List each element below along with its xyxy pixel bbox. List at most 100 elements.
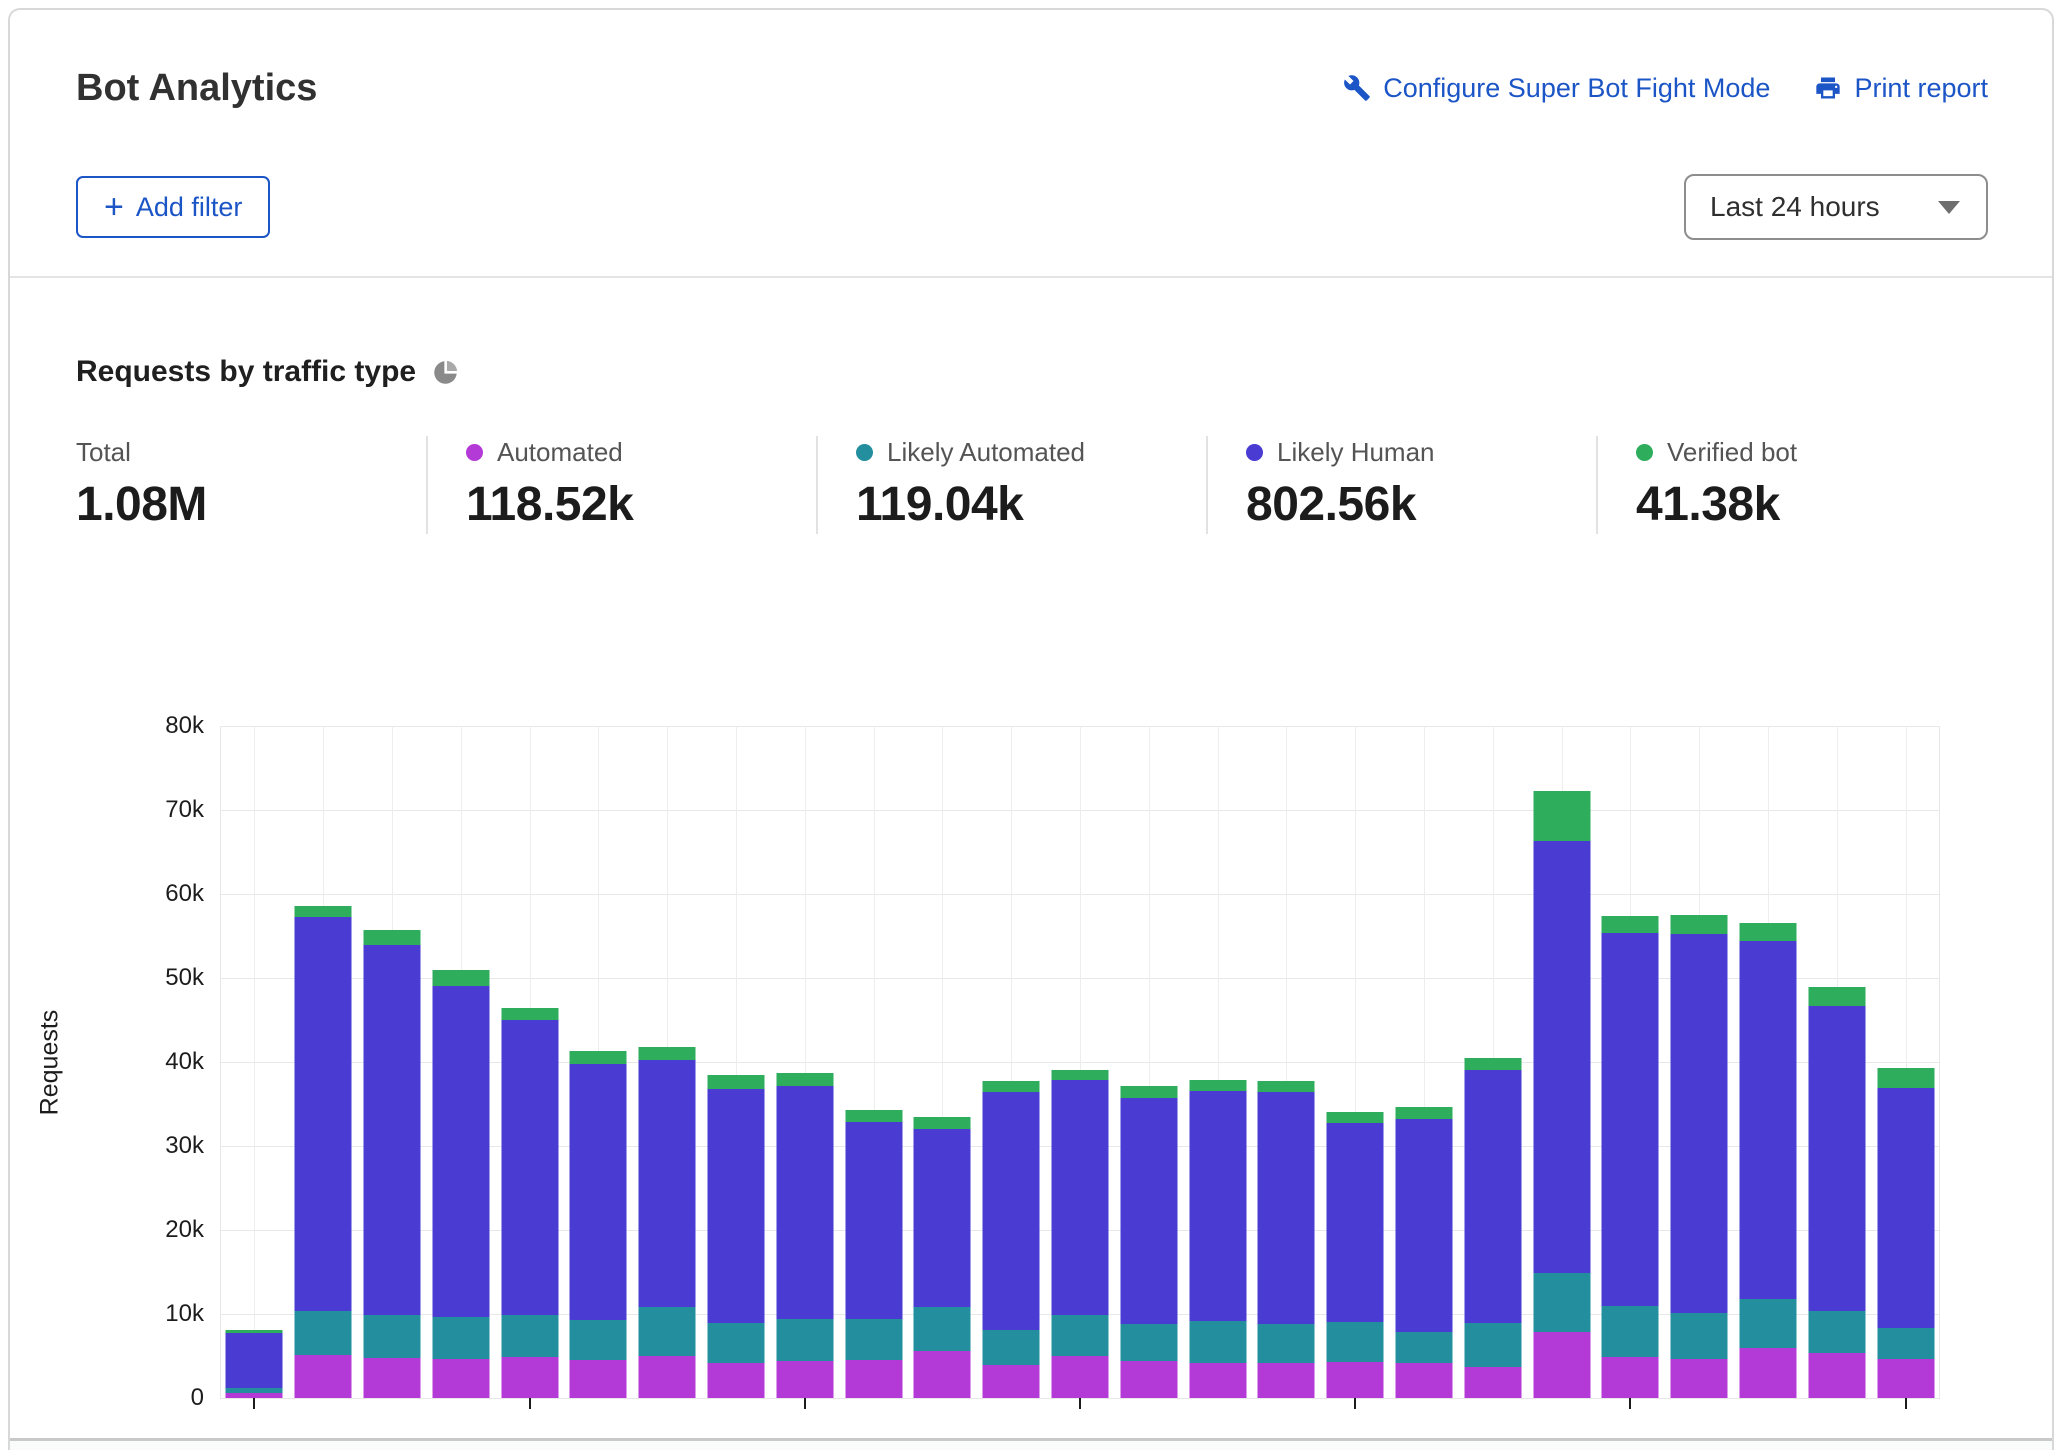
bar-segment[interactable] xyxy=(501,1357,558,1398)
stacked-bar[interactable] xyxy=(501,1008,558,1398)
bar-segment[interactable] xyxy=(776,1073,833,1086)
bar-segment[interactable] xyxy=(364,1358,421,1398)
bar-segment[interactable] xyxy=(1808,1006,1865,1312)
bar-segment[interactable] xyxy=(1464,1367,1521,1398)
bar-segment[interactable] xyxy=(1602,1306,1659,1357)
bar-segment[interactable] xyxy=(1396,1363,1453,1398)
bar-segment[interactable] xyxy=(1602,916,1659,933)
bar-segment[interactable] xyxy=(1533,1332,1590,1398)
bar-segment[interactable] xyxy=(432,1359,489,1398)
stacked-bar[interactable] xyxy=(1189,1080,1246,1398)
print-report-link[interactable]: Print report xyxy=(1814,73,1988,104)
bar-segment[interactable] xyxy=(776,1086,833,1319)
bar-segment[interactable] xyxy=(1120,1361,1177,1398)
bar-segment[interactable] xyxy=(983,1330,1040,1365)
bar-segment[interactable] xyxy=(1877,1088,1934,1328)
bar-segment[interactable] xyxy=(914,1117,971,1129)
bar-segment[interactable] xyxy=(570,1064,627,1320)
bar-segment[interactable] xyxy=(1052,1070,1109,1081)
stacked-bar[interactable] xyxy=(776,1073,833,1398)
bar-segment[interactable] xyxy=(1120,1098,1177,1324)
requests-by-traffic-type-chart[interactable]: 010k20k30k40k50k60k70k80k11:00 AM3:00 PM… xyxy=(220,726,1940,1398)
configure-super-bot-fight-mode-link[interactable]: Configure Super Bot Fight Mode xyxy=(1343,73,1770,104)
stacked-bar[interactable] xyxy=(1671,915,1728,1398)
bar-segment[interactable] xyxy=(1877,1328,1934,1359)
stacked-bar[interactable] xyxy=(708,1075,765,1398)
bar-segment[interactable] xyxy=(639,1060,696,1307)
stacked-bar[interactable] xyxy=(1464,1058,1521,1398)
bar-segment[interactable] xyxy=(1533,791,1590,841)
bar-segment[interactable] xyxy=(1602,933,1659,1306)
bar-segment[interactable] xyxy=(1464,1058,1521,1070)
bar-segment[interactable] xyxy=(1120,1324,1177,1361)
bar-segment[interactable] xyxy=(1671,1359,1728,1398)
bar-segment[interactable] xyxy=(914,1129,971,1307)
bar-segment[interactable] xyxy=(1052,1315,1109,1356)
bar-segment[interactable] xyxy=(845,1360,902,1398)
stacked-bar[interactable] xyxy=(364,930,421,1398)
stacked-bar[interactable] xyxy=(570,1051,627,1398)
add-filter-button[interactable]: + Add filter xyxy=(76,176,270,238)
bar-segment[interactable] xyxy=(226,1333,283,1388)
bar-segment[interactable] xyxy=(1258,1092,1315,1324)
bar-segment[interactable] xyxy=(501,1020,558,1315)
stat-automated[interactable]: Automated 118.52k xyxy=(426,436,816,534)
stacked-bar[interactable] xyxy=(983,1081,1040,1398)
bar-segment[interactable] xyxy=(983,1365,1040,1398)
bar-segment[interactable] xyxy=(776,1361,833,1398)
bar-segment[interactable] xyxy=(1327,1322,1384,1362)
bar-segment[interactable] xyxy=(1189,1091,1246,1320)
time-range-dropdown[interactable]: Last 24 hours xyxy=(1684,174,1988,240)
bar-segment[interactable] xyxy=(845,1319,902,1360)
stacked-bar[interactable] xyxy=(1052,1070,1109,1398)
bar-segment[interactable] xyxy=(1740,941,1797,1299)
bar-segment[interactable] xyxy=(1189,1321,1246,1363)
bar-segment[interactable] xyxy=(1671,934,1728,1314)
bar-segment[interactable] xyxy=(570,1360,627,1398)
bar-segment[interactable] xyxy=(1877,1359,1934,1398)
bar-segment[interactable] xyxy=(1671,915,1728,933)
stacked-bar[interactable] xyxy=(1396,1107,1453,1398)
bar-segment[interactable] xyxy=(432,986,489,1318)
bar-segment[interactable] xyxy=(914,1351,971,1398)
bar-segment[interactable] xyxy=(1740,923,1797,941)
bar-segment[interactable] xyxy=(295,917,352,1311)
bar-segment[interactable] xyxy=(1533,841,1590,1273)
stacked-bar[interactable] xyxy=(1602,916,1659,1398)
bar-segment[interactable] xyxy=(1327,1112,1384,1124)
bar-segment[interactable] xyxy=(708,1075,765,1088)
bar-segment[interactable] xyxy=(1396,1119,1453,1332)
stacked-bar[interactable] xyxy=(845,1110,902,1398)
bar-segment[interactable] xyxy=(1327,1362,1384,1398)
bar-segment[interactable] xyxy=(570,1320,627,1360)
stacked-bar[interactable] xyxy=(226,1330,283,1398)
bar-segment[interactable] xyxy=(1052,1356,1109,1398)
stacked-bar[interactable] xyxy=(1327,1112,1384,1398)
bar-segment[interactable] xyxy=(708,1089,765,1323)
stacked-bar[interactable] xyxy=(914,1117,971,1398)
bar-segment[interactable] xyxy=(639,1356,696,1398)
bar-segment[interactable] xyxy=(914,1307,971,1351)
stacked-bar[interactable] xyxy=(295,906,352,1398)
stacked-bar[interactable] xyxy=(639,1047,696,1398)
bar-segment[interactable] xyxy=(364,1315,421,1358)
stacked-bar[interactable] xyxy=(1877,1068,1934,1398)
stacked-bar[interactable] xyxy=(1808,987,1865,1398)
bar-segment[interactable] xyxy=(364,930,421,945)
bar-segment[interactable] xyxy=(501,1008,558,1020)
bar-segment[interactable] xyxy=(295,1311,352,1356)
bar-segment[interactable] xyxy=(1602,1357,1659,1398)
bar-segment[interactable] xyxy=(1258,1081,1315,1092)
bar-segment[interactable] xyxy=(983,1092,1040,1330)
bar-segment[interactable] xyxy=(1120,1086,1177,1098)
bar-segment[interactable] xyxy=(1258,1324,1315,1363)
bar-segment[interactable] xyxy=(845,1110,902,1122)
bar-segment[interactable] xyxy=(1740,1299,1797,1349)
bar-segment[interactable] xyxy=(639,1047,696,1060)
bar-segment[interactable] xyxy=(432,1317,489,1359)
bar-segment[interactable] xyxy=(1877,1068,1934,1088)
bar-segment[interactable] xyxy=(708,1363,765,1398)
bar-segment[interactable] xyxy=(364,945,421,1315)
bar-segment[interactable] xyxy=(1396,1332,1453,1363)
bar-segment[interactable] xyxy=(1396,1107,1453,1120)
